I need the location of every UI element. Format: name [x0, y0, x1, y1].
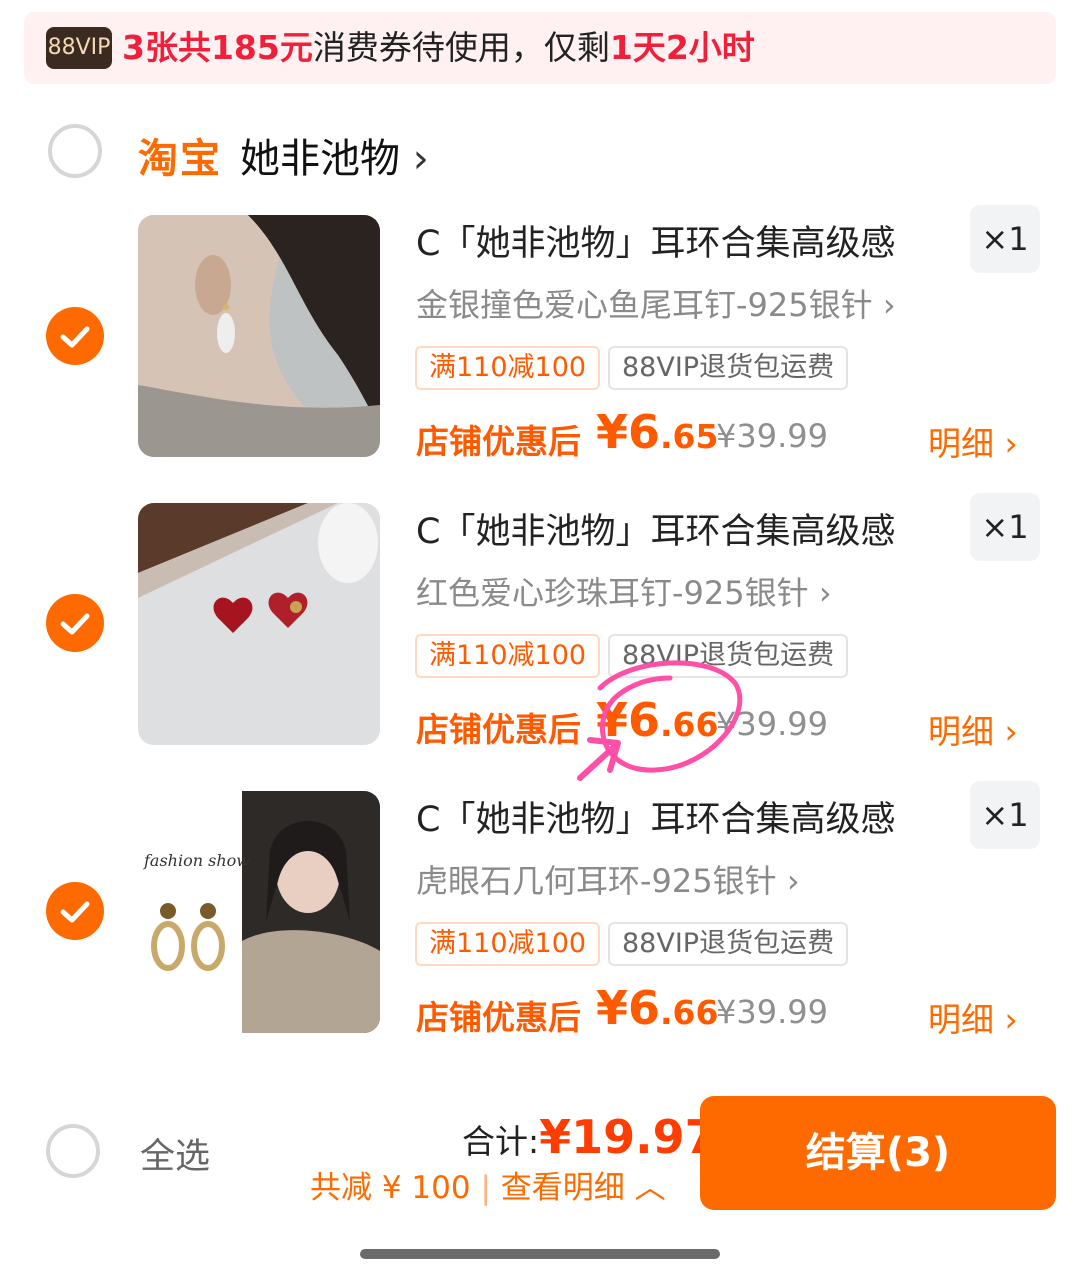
- item-select-checkbox[interactable]: [46, 594, 104, 652]
- shop-name-link[interactable]: 她非池物 ›: [240, 126, 429, 184]
- checkout-button[interactable]: 结算(3): [700, 1096, 1056, 1210]
- 88vip-badge: 88VIP: [46, 27, 112, 69]
- sku-selector[interactable]: 红色爱心珍珠耳钉-925银针 ›: [416, 568, 832, 614]
- price-label: 店铺优惠后: [416, 998, 581, 1037]
- sku-selector[interactable]: 金银撞色爱心鱼尾耳钉-925银针 ›: [416, 280, 896, 326]
- chevron-right-icon: ›: [818, 574, 832, 612]
- chevron-up-icon: ︿: [634, 1170, 666, 1206]
- checkmark-icon: [60, 613, 90, 635]
- total-amount: 合计:¥19.97: [462, 1110, 717, 1164]
- chevron-right-icon: ›: [882, 286, 896, 324]
- chevron-right-icon: ›: [412, 136, 429, 182]
- price-detail-link[interactable]: 明细 ›: [928, 705, 1018, 753]
- chevron-right-icon: ›: [1004, 712, 1018, 751]
- return-shipping-tag: 88VIP退货包运费: [608, 346, 849, 390]
- annotation-circle-arrow: [577, 660, 743, 781]
- product-image-tiger-eye-earring[interactable]: fashion show: [138, 791, 380, 1033]
- chevron-right-icon: ›: [1004, 424, 1018, 463]
- price-detail-link[interactable]: 明细 ›: [928, 993, 1018, 1041]
- original-price: ¥39.99: [716, 417, 828, 455]
- product-title[interactable]: C「她非池物」耳环合集高级感: [416, 503, 895, 554]
- product-image-red-heart-earring[interactable]: [138, 503, 380, 745]
- taobao-logo: 淘宝: [138, 136, 222, 182]
- product-title[interactable]: C「她非池物」耳环合集高级感: [416, 215, 895, 266]
- promo-tag: 满110减100: [415, 922, 601, 966]
- price-label: 店铺优惠后: [416, 710, 581, 749]
- image-caption: fashion show: [144, 851, 250, 870]
- sku-selector[interactable]: 虎眼石几何耳环-925银针 ›: [416, 856, 800, 902]
- checkmark-icon: [60, 901, 90, 923]
- original-price: ¥39.99: [716, 993, 828, 1031]
- checkmark-icon: [60, 326, 90, 348]
- quantity-button[interactable]: ×1: [970, 493, 1040, 561]
- shop-select-radio[interactable]: [48, 124, 102, 178]
- chevron-right-icon: ›: [786, 862, 800, 900]
- item-select-checkbox[interactable]: [46, 307, 104, 365]
- discounted-price: ¥6.66: [596, 981, 719, 1035]
- select-all-label[interactable]: 全选: [140, 1128, 210, 1179]
- quantity-button[interactable]: ×1: [970, 781, 1040, 849]
- price-label: 店铺优惠后: [416, 422, 581, 461]
- product-image-heart-fishtail-earring[interactable]: [138, 215, 380, 457]
- quantity-button[interactable]: ×1: [970, 205, 1040, 273]
- product-title[interactable]: C「她非池物」耳环合集高级感: [416, 791, 895, 842]
- discount-summary[interactable]: 共减 ¥ 100 | 查看明细 ︿: [310, 1162, 666, 1207]
- promo-tag: 满110减100: [415, 346, 601, 390]
- chevron-right-icon: ›: [1004, 1000, 1018, 1039]
- voucher-banner-text: 3张共185元消费券待使用，仅剩1天2小时: [122, 28, 755, 67]
- discounted-price: ¥6.65: [596, 405, 719, 459]
- home-indicator: [360, 1249, 720, 1259]
- item-select-checkbox[interactable]: [46, 882, 104, 940]
- select-all-radio[interactable]: [46, 1124, 100, 1178]
- return-shipping-tag: 88VIP退货包运费: [608, 922, 849, 966]
- price-detail-link[interactable]: 明细 ›: [928, 417, 1018, 465]
